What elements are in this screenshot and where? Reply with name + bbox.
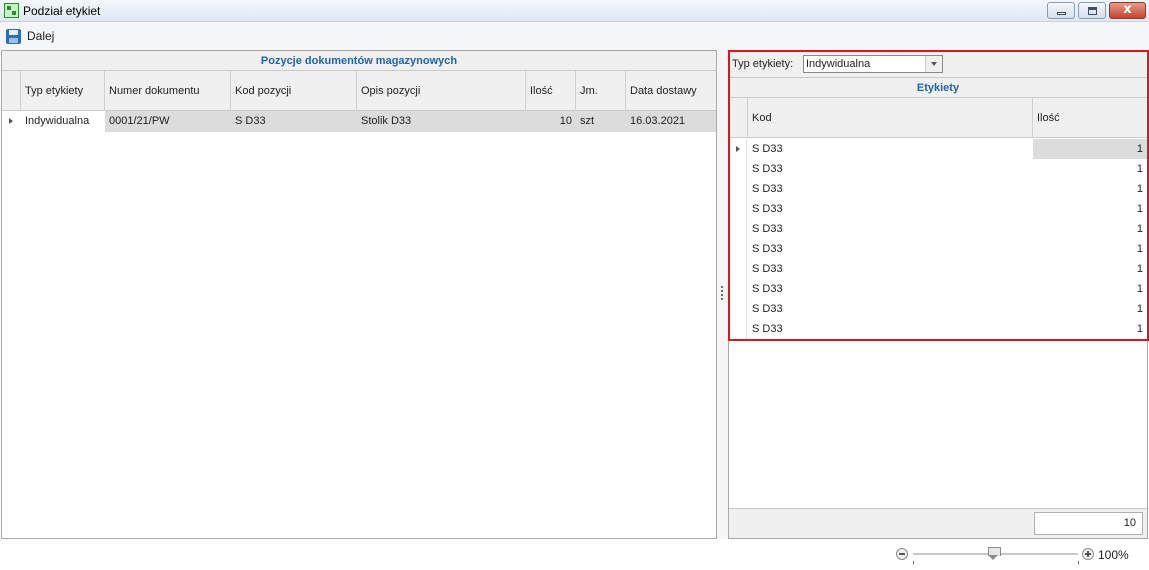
- label-row[interactable]: S D33 1: [729, 319, 1147, 339]
- label-cell-kod[interactable]: S D33: [748, 319, 1033, 339]
- maximize-button[interactable]: [1078, 2, 1106, 19]
- column-header-kod-pozycji[interactable]: Kod pozycji: [231, 71, 357, 111]
- row-indicator: [729, 279, 747, 299]
- column-header-ilosc[interactable]: Ilość: [526, 71, 576, 111]
- column-header-typ-etykiety[interactable]: Typ etykiety: [21, 71, 105, 111]
- cell-typ-etykiety[interactable]: Indywidualna: [21, 111, 105, 132]
- splitter-grip-icon: [721, 286, 723, 300]
- cell-ilosc[interactable]: 10: [526, 111, 576, 132]
- app-icon: [4, 3, 19, 18]
- label-row[interactable]: S D33 1: [729, 299, 1147, 319]
- label-type-value: Indywidualna: [806, 58, 871, 70]
- label-cell-kod[interactable]: S D33: [748, 279, 1033, 299]
- label-type-row: Typ etykiety: Indywidualna: [729, 51, 1147, 78]
- label-cell-ilosc[interactable]: 1: [1033, 179, 1147, 199]
- label-type-select[interactable]: Indywidualna: [803, 55, 943, 73]
- row-indicator: [729, 319, 747, 339]
- label-row[interactable]: S D33 1: [729, 219, 1147, 239]
- zoom-tick-mark: [913, 561, 914, 564]
- label-row[interactable]: S D33 1: [729, 279, 1147, 299]
- minimize-button[interactable]: [1047, 2, 1075, 19]
- zoom-level: 100%: [1098, 548, 1129, 562]
- table-row[interactable]: Indywidualna 0001/21/PW S D33 Stolik D33…: [2, 111, 716, 132]
- current-row-indicator-icon: [729, 139, 747, 159]
- label-cell-ilosc[interactable]: 1: [1033, 139, 1147, 159]
- cell-opis-pozycji[interactable]: Stolik D33: [357, 111, 526, 132]
- column-header-opis-pozycji[interactable]: Opis pozycji: [357, 71, 526, 111]
- save-icon: [6, 28, 21, 44]
- label-row[interactable]: S D33 1: [729, 139, 1147, 159]
- toolbar: Dalej: [0, 22, 1149, 50]
- label-cell-kod[interactable]: S D33: [748, 179, 1033, 199]
- column-header-data-dostawy[interactable]: Data dostawy: [626, 71, 716, 111]
- close-icon: x: [1123, 2, 1132, 17]
- zoom-tick-mark: [1078, 561, 1079, 564]
- label-cell-kod[interactable]: S D33: [748, 199, 1033, 219]
- current-row-indicator-icon: [2, 111, 20, 132]
- title-bar: Podział etykiet x: [0, 0, 1149, 22]
- labels-sum-field: 10: [1034, 512, 1143, 535]
- row-indicator-header: [729, 98, 748, 138]
- label-cell-kod[interactable]: S D33: [748, 299, 1033, 319]
- label-cell-kod[interactable]: S D33: [748, 159, 1033, 179]
- labels-panel: Typ etykiety: Indywidualna Etykiety Kod …: [728, 50, 1148, 539]
- label-cell-kod[interactable]: S D33: [748, 219, 1033, 239]
- label-cell-ilosc[interactable]: 1: [1033, 199, 1147, 219]
- column-header-ilosc[interactable]: Ilość: [1033, 98, 1147, 138]
- label-cell-ilosc[interactable]: 1: [1033, 239, 1147, 259]
- label-row[interactable]: S D33 1: [729, 179, 1147, 199]
- maximize-icon: [1088, 7, 1097, 15]
- row-indicator: [729, 259, 747, 279]
- window-title: Podział etykiet: [23, 4, 101, 18]
- label-cell-kod[interactable]: S D33: [748, 139, 1033, 159]
- dalej-button[interactable]: Dalej: [6, 27, 54, 45]
- cell-kod-pozycji[interactable]: S D33: [231, 111, 357, 132]
- document-positions-panel: Pozycje dokumentów magazynowych Typ etyk…: [1, 50, 717, 539]
- status-bar: 100%: [0, 540, 1149, 570]
- panel-splitter[interactable]: [717, 50, 728, 539]
- row-indicator: [729, 199, 747, 219]
- column-header-kod[interactable]: Kod: [748, 98, 1033, 138]
- cell-numer-dokumentu[interactable]: 0001/21/PW: [105, 111, 231, 132]
- label-row[interactable]: S D33 1: [729, 259, 1147, 279]
- column-header-numer-dokumentu[interactable]: Numer dokumentu: [105, 71, 231, 111]
- row-indicator: [729, 239, 747, 259]
- row-indicator: [729, 159, 747, 179]
- label-cell-ilosc[interactable]: 1: [1033, 279, 1147, 299]
- zoom-out-icon[interactable]: [896, 548, 908, 560]
- label-cell-ilosc[interactable]: 1: [1033, 299, 1147, 319]
- cell-jm[interactable]: szt: [576, 111, 626, 132]
- document-positions-column-headers: Typ etykiety Numer dokumentu Kod pozycji…: [2, 71, 716, 111]
- minimize-icon: [1057, 12, 1066, 15]
- zoom-in-icon[interactable]: [1082, 548, 1094, 560]
- zoom-slider-thumb[interactable]: [988, 547, 1001, 560]
- label-cell-ilosc[interactable]: 1: [1033, 319, 1147, 339]
- dalej-button-label: Dalej: [27, 29, 55, 43]
- labels-title: Etykiety: [729, 78, 1147, 98]
- column-header-jm[interactable]: Jm.: [576, 71, 626, 111]
- label-row[interactable]: S D33 1: [729, 199, 1147, 219]
- document-positions-title: Pozycje dokumentów magazynowych: [2, 51, 716, 71]
- label-cell-ilosc[interactable]: 1: [1033, 219, 1147, 239]
- label-row[interactable]: S D33 1: [729, 239, 1147, 259]
- labels-column-headers: Kod Ilość: [729, 98, 1147, 138]
- label-cell-ilosc[interactable]: 1: [1033, 259, 1147, 279]
- row-indicator: [729, 219, 747, 239]
- close-button[interactable]: x: [1109, 2, 1146, 19]
- label-cell-kod[interactable]: S D33: [748, 239, 1033, 259]
- row-indicator: [729, 179, 747, 199]
- row-indicator: [729, 299, 747, 319]
- labels-rows: S D33 1 S D33 1 S D33 1 S D33 1 S D33 1 S D33 1 S D3…: [729, 139, 1147, 339]
- label-cell-ilosc[interactable]: 1: [1033, 159, 1147, 179]
- row-indicator-header: [2, 71, 21, 111]
- label-type-label: Typ etykiety:: [732, 58, 794, 70]
- labels-footer: 10: [729, 508, 1147, 538]
- cell-data-dostawy[interactable]: 16.03.2021: [626, 111, 716, 132]
- chevron-down-icon[interactable]: [925, 56, 942, 72]
- label-row[interactable]: S D33 1: [729, 159, 1147, 179]
- label-cell-kod[interactable]: S D33: [748, 259, 1033, 279]
